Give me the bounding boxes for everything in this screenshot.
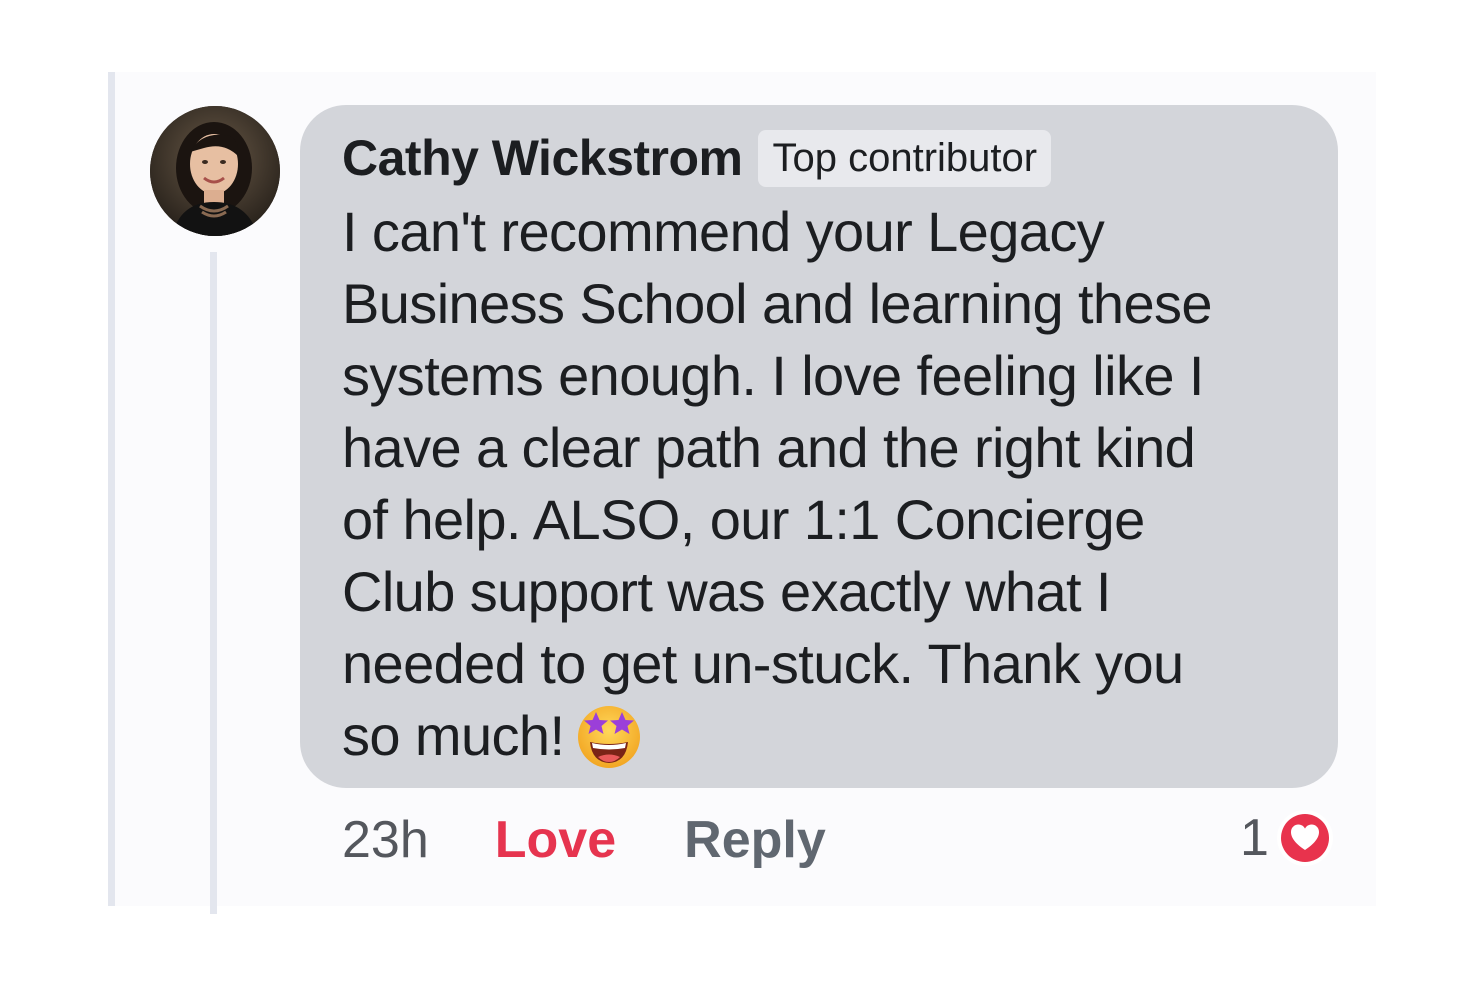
thread-line-reply	[210, 252, 217, 914]
comment-line: systems enough. I love feeling like I	[342, 344, 1204, 407]
thread-line-parent	[108, 72, 115, 906]
avatar[interactable]	[150, 106, 280, 236]
comment-body: I can't recommend your Legacy Business Sc…	[342, 196, 1302, 772]
comment-timestamp[interactable]: 23h	[342, 810, 429, 870]
reaction-summary[interactable]: 1	[1240, 806, 1333, 870]
author-name[interactable]: Cathy Wickstrom	[342, 129, 743, 187]
reply-button[interactable]: Reply	[684, 810, 826, 870]
star-struck-emoji-icon	[574, 700, 644, 770]
comment-header: Cathy Wickstrom Top contributor	[342, 126, 1052, 190]
love-reaction-button[interactable]: Love	[495, 810, 616, 870]
comment-screenshot: Cathy Wickstrom Top contributor I can't …	[0, 0, 1466, 984]
comment-line: Club support was exactly what I	[342, 560, 1111, 623]
comment-line: so much!	[342, 704, 565, 767]
comment-line: have a clear path and the right kind	[342, 416, 1196, 479]
comment-line: needed to get un-stuck. Thank you	[342, 632, 1184, 695]
comment-line: of help. ALSO, our 1:1 Concierge	[342, 488, 1145, 551]
comment-line: I can't recommend your Legacy	[342, 200, 1105, 263]
avatar-photo-icon	[150, 106, 280, 236]
comment-line: Business School and learning these	[342, 272, 1213, 335]
heart-icon	[1276, 810, 1333, 866]
comment-actions: 23h Love Reply	[342, 808, 826, 872]
reaction-count: 1	[1240, 809, 1269, 867]
top-contributor-badge: Top contributor	[758, 129, 1052, 187]
